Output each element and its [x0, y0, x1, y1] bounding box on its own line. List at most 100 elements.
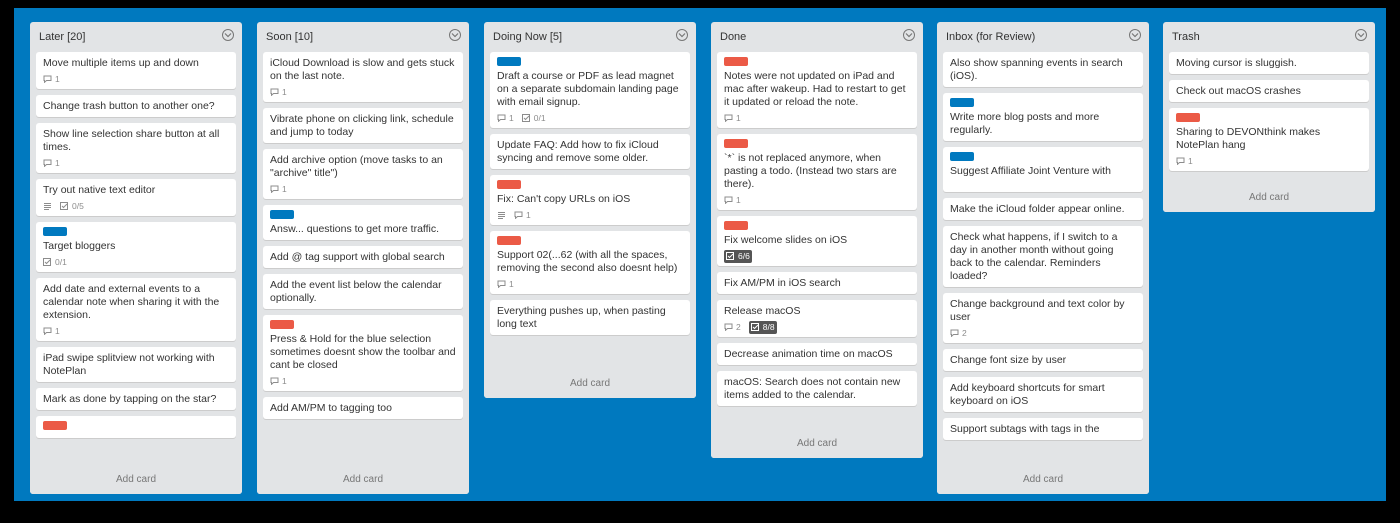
- card[interactable]: Fix: Can't copy URLs on iOS 1: [490, 175, 690, 225]
- card-title: Fix welcome slides on iOS: [724, 234, 848, 246]
- comment-badge: 1: [43, 157, 60, 170]
- card[interactable]: Make the iCloud folder appear online.: [943, 198, 1143, 220]
- card[interactable]: iPad swipe splitview not working with No…: [36, 347, 236, 382]
- card-title: Draft a course or PDF as lead magnet on …: [497, 70, 679, 108]
- card[interactable]: Check what happens, if I switch to a day…: [943, 226, 1143, 287]
- card-title: Change font size by user: [950, 354, 1067, 366]
- list-menu-icon[interactable]: [676, 29, 688, 41]
- card[interactable]: Suggest Affiliate Joint Venture with: [943, 147, 1143, 192]
- card-badges: 1: [43, 157, 229, 169]
- add-card-button[interactable]: Add card: [711, 428, 923, 458]
- list-menu-icon[interactable]: [1129, 29, 1141, 41]
- card-badges: 1 0/1: [497, 112, 683, 124]
- card-title: iPad swipe splitview not working with No…: [43, 352, 215, 377]
- card[interactable]: Also show spanning events in search (iOS…: [943, 52, 1143, 87]
- card[interactable]: Decrease animation time on macOS: [717, 343, 917, 365]
- card[interactable]: Answ... questions to get more traffic.: [263, 205, 463, 240]
- card[interactable]: Update FAQ: Add how to fix iCloud syncin…: [490, 134, 690, 169]
- card[interactable]: Press & Hold for the blue selection some…: [263, 315, 463, 391]
- add-card-button[interactable]: Add card: [1163, 182, 1375, 212]
- label-red: [497, 180, 521, 189]
- card[interactable]: Add the event list below the calendar op…: [263, 274, 463, 309]
- card[interactable]: Try out native text editor 0/5: [36, 179, 236, 216]
- comment-icon: [43, 327, 52, 335]
- card[interactable]: [36, 416, 236, 438]
- card[interactable]: Check out macOS crashes: [1169, 80, 1369, 102]
- comment-icon: [724, 196, 733, 204]
- card[interactable]: Everything pushes up, when pasting long …: [490, 300, 690, 335]
- label-red: [724, 221, 748, 230]
- add-card-button[interactable]: Add card: [937, 464, 1149, 494]
- add-card-button[interactable]: Add card: [484, 368, 696, 398]
- card-title: Mark as done by tapping on the star?: [43, 393, 217, 405]
- label-red: [497, 236, 521, 245]
- list-menu-icon[interactable]: [903, 29, 915, 41]
- card-list: iCloud Download is slow and gets stuck o…: [257, 52, 469, 464]
- label-blue: [270, 210, 294, 219]
- card[interactable]: Add AM/PM to tagging too: [263, 397, 463, 419]
- card-badges: 1: [270, 183, 456, 195]
- card[interactable]: Add archive option (move tasks to an "ar…: [263, 149, 463, 199]
- list-menu-icon[interactable]: [1355, 29, 1367, 41]
- comment-count: 1: [55, 157, 60, 168]
- card-title: Notes were not updated on iPad and mac a…: [724, 70, 906, 108]
- card-badges: 0/5: [43, 200, 229, 212]
- card-title: Fix: Can't copy URLs on iOS: [497, 193, 631, 205]
- card-badges: 1: [724, 112, 910, 124]
- label-blue: [43, 227, 67, 236]
- card[interactable]: Support 02(...62 (with all the spaces, r…: [490, 231, 690, 294]
- card[interactable]: Change trash button to another one?: [36, 95, 236, 117]
- checklist-icon: [43, 258, 51, 266]
- list-menu-icon[interactable]: [222, 29, 234, 41]
- comment-badge: 2: [724, 321, 741, 334]
- card-title: Answ... questions to get more traffic.: [270, 223, 440, 235]
- card[interactable]: Fix AM/PM in iOS search: [717, 272, 917, 294]
- card[interactable]: Move multiple items up and down 1: [36, 52, 236, 89]
- list-trash: Trash Moving cursor is sluggish. Check o…: [1163, 22, 1375, 212]
- list-later: Later [20] Move multiple items up and do…: [30, 22, 242, 494]
- checklist-count: 0/1: [533, 112, 546, 123]
- comment-icon: [270, 185, 279, 193]
- card[interactable]: Mark as done by tapping on the star?: [36, 388, 236, 410]
- card-title: `*` is not replaced anymore, when pastin…: [724, 152, 897, 190]
- card[interactable]: Support subtags with tags in the: [943, 418, 1143, 440]
- card[interactable]: Vibrate phone on clicking link, schedule…: [263, 108, 463, 143]
- card[interactable]: Add keyboard shortcuts for smart keyboar…: [943, 377, 1143, 412]
- card[interactable]: Write more blog posts and more regularly…: [943, 93, 1143, 141]
- card[interactable]: Add date and external events to a calend…: [36, 278, 236, 341]
- checklist-count: 6/6: [738, 250, 750, 261]
- card-title: Update FAQ: Add how to fix iCloud syncin…: [497, 139, 659, 164]
- card[interactable]: Fix welcome slides on iOS 6/6: [717, 216, 917, 266]
- card-title: Move multiple items up and down: [43, 57, 199, 69]
- card[interactable]: `*` is not replaced anymore, when pastin…: [717, 134, 917, 210]
- card[interactable]: macOS: Search does not contain new items…: [717, 371, 917, 406]
- card-title: Add AM/PM to tagging too: [270, 402, 392, 414]
- card[interactable]: Release macOS 2 8/8: [717, 300, 917, 337]
- card[interactable]: Change font size by user: [943, 349, 1143, 371]
- list-menu-icon[interactable]: [449, 29, 461, 41]
- card[interactable]: iCloud Download is slow and gets stuck o…: [263, 52, 463, 102]
- card[interactable]: Add @ tag support with global search: [263, 246, 463, 268]
- card-title: Add archive option (move tasks to an "ar…: [270, 154, 443, 179]
- card[interactable]: Notes were not updated on iPad and mac a…: [717, 52, 917, 128]
- card-title: Also show spanning events in search (iOS…: [950, 57, 1123, 82]
- card[interactable]: Sharing to DEVONthink makes NotePlan han…: [1169, 108, 1369, 171]
- checklist-count: 0/1: [55, 256, 67, 267]
- checklist-icon: [750, 323, 759, 331]
- checklist-count: 8/8: [762, 321, 775, 332]
- card[interactable]: Draft a course or PDF as lead magnet on …: [490, 52, 690, 128]
- card[interactable]: Show line selection share button at all …: [36, 123, 236, 173]
- checklist-icon: [521, 114, 530, 122]
- add-card-button[interactable]: Add card: [30, 464, 242, 494]
- card-title: Target bloggers: [43, 240, 116, 252]
- card[interactable]: Moving cursor is sluggish.: [1169, 52, 1369, 74]
- card-title: Vibrate phone on clicking link, schedule…: [270, 113, 454, 138]
- card-list: Also show spanning events in search (iOS…: [937, 52, 1149, 464]
- comment-count: 1: [55, 73, 60, 84]
- comment-count: 1: [736, 112, 741, 123]
- card[interactable]: Target bloggers 0/1: [36, 222, 236, 272]
- card-title: Moving cursor is sluggish.: [1176, 57, 1297, 69]
- card[interactable]: Change background and text color by user…: [943, 293, 1143, 343]
- add-card-button[interactable]: Add card: [257, 464, 469, 494]
- comment-badge: 1: [270, 86, 287, 99]
